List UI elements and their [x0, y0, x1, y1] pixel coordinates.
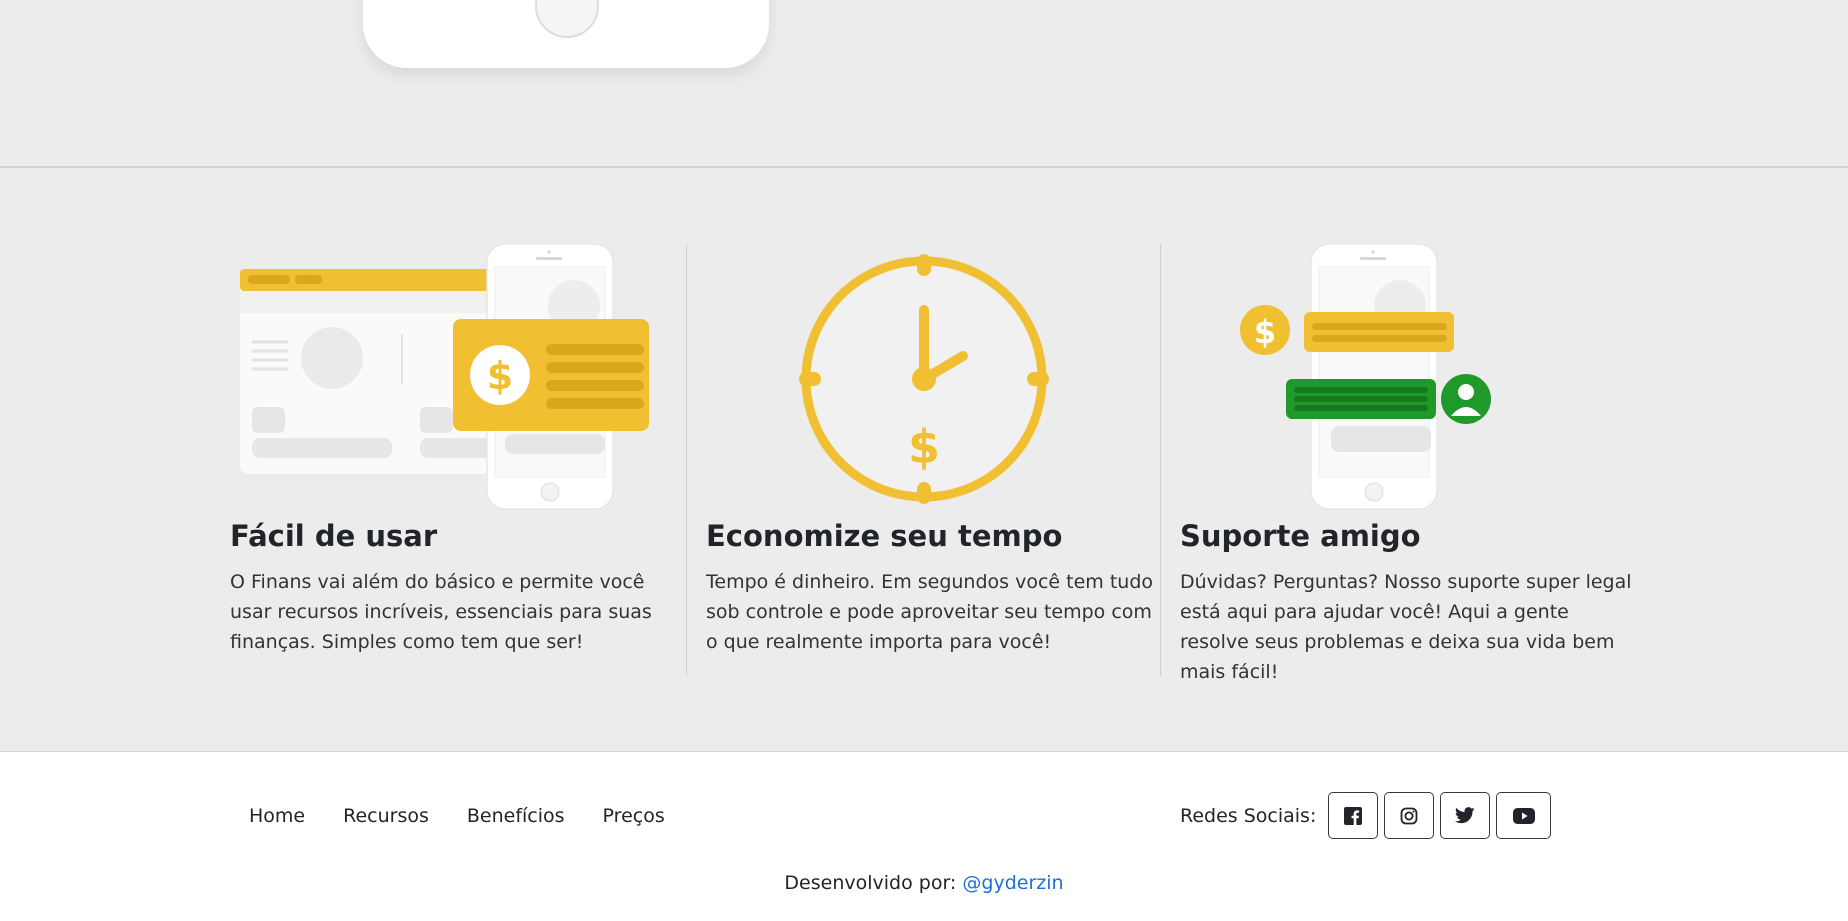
feature-description: O Finans vai além do básico e permite vo… — [230, 571, 652, 653]
developer-link[interactable]: @gyderzin — [962, 872, 1063, 894]
phone-illustration-bottom — [363, 0, 769, 68]
footer-link-home[interactable]: Home — [230, 800, 324, 832]
feature-description: Dúvidas? Perguntas? Nosso suporte super … — [1180, 571, 1632, 683]
instagram-button[interactable] — [1384, 792, 1435, 839]
dashboard-illustration-icon: $ — [240, 244, 649, 510]
features-section: $ Fácil de usar O Finans vai além do bás… — [0, 168, 1848, 751]
feature-title: Suporte amigo — [1180, 519, 1421, 553]
twitter-icon — [1455, 807, 1476, 824]
social-links: Redes Sociais: — [1180, 792, 1552, 839]
footer-link-recursos[interactable]: Recursos — [324, 800, 448, 832]
feature-description: Tempo é dinheiro. Em segundos você tem t… — [706, 571, 1154, 653]
footer-link-beneficios[interactable]: Benefícios — [448, 800, 584, 832]
phone-home-button-icon — [535, 0, 599, 38]
feature-title: Fácil de usar — [230, 519, 438, 553]
footer-link-precos[interactable]: Preços — [584, 800, 684, 832]
support-chat-illustration-icon: $ — [1240, 244, 1491, 510]
feature-easy-to-use: $ Fácil de usar O Finans vai além do bás… — [230, 244, 704, 676]
youtube-button[interactable] — [1496, 792, 1552, 839]
social-label: Redes Sociais: — [1180, 804, 1317, 827]
youtube-icon — [1512, 807, 1535, 824]
developer-credit: Desenvolvido por: @gyderzin — [0, 872, 1848, 894]
svg-text:$: $ — [1254, 313, 1276, 351]
instagram-icon — [1400, 807, 1418, 824]
feature-save-time: $ Economize seu tempo Tempo é dinheiro. … — [686, 244, 1160, 676]
facebook-button[interactable] — [1328, 792, 1379, 839]
twitter-button[interactable] — [1440, 792, 1491, 839]
footer-nav: Home Recursos Benefícios Preços — [230, 800, 684, 832]
credit-prefix: Desenvolvido por: — [784, 872, 957, 894]
feature-title: Economize seu tempo — [706, 519, 1063, 553]
footer: Home Recursos Benefícios Preços Redes So… — [0, 751, 1848, 921]
hero-bottom-band — [0, 0, 1848, 168]
facebook-icon — [1344, 806, 1363, 825]
svg-text:$: $ — [908, 420, 940, 474]
feature-friendly-support: $ Suporte amigo Dúvidas? Perguntas? Noss… — [1160, 244, 1634, 683]
svg-text:$: $ — [487, 354, 513, 398]
